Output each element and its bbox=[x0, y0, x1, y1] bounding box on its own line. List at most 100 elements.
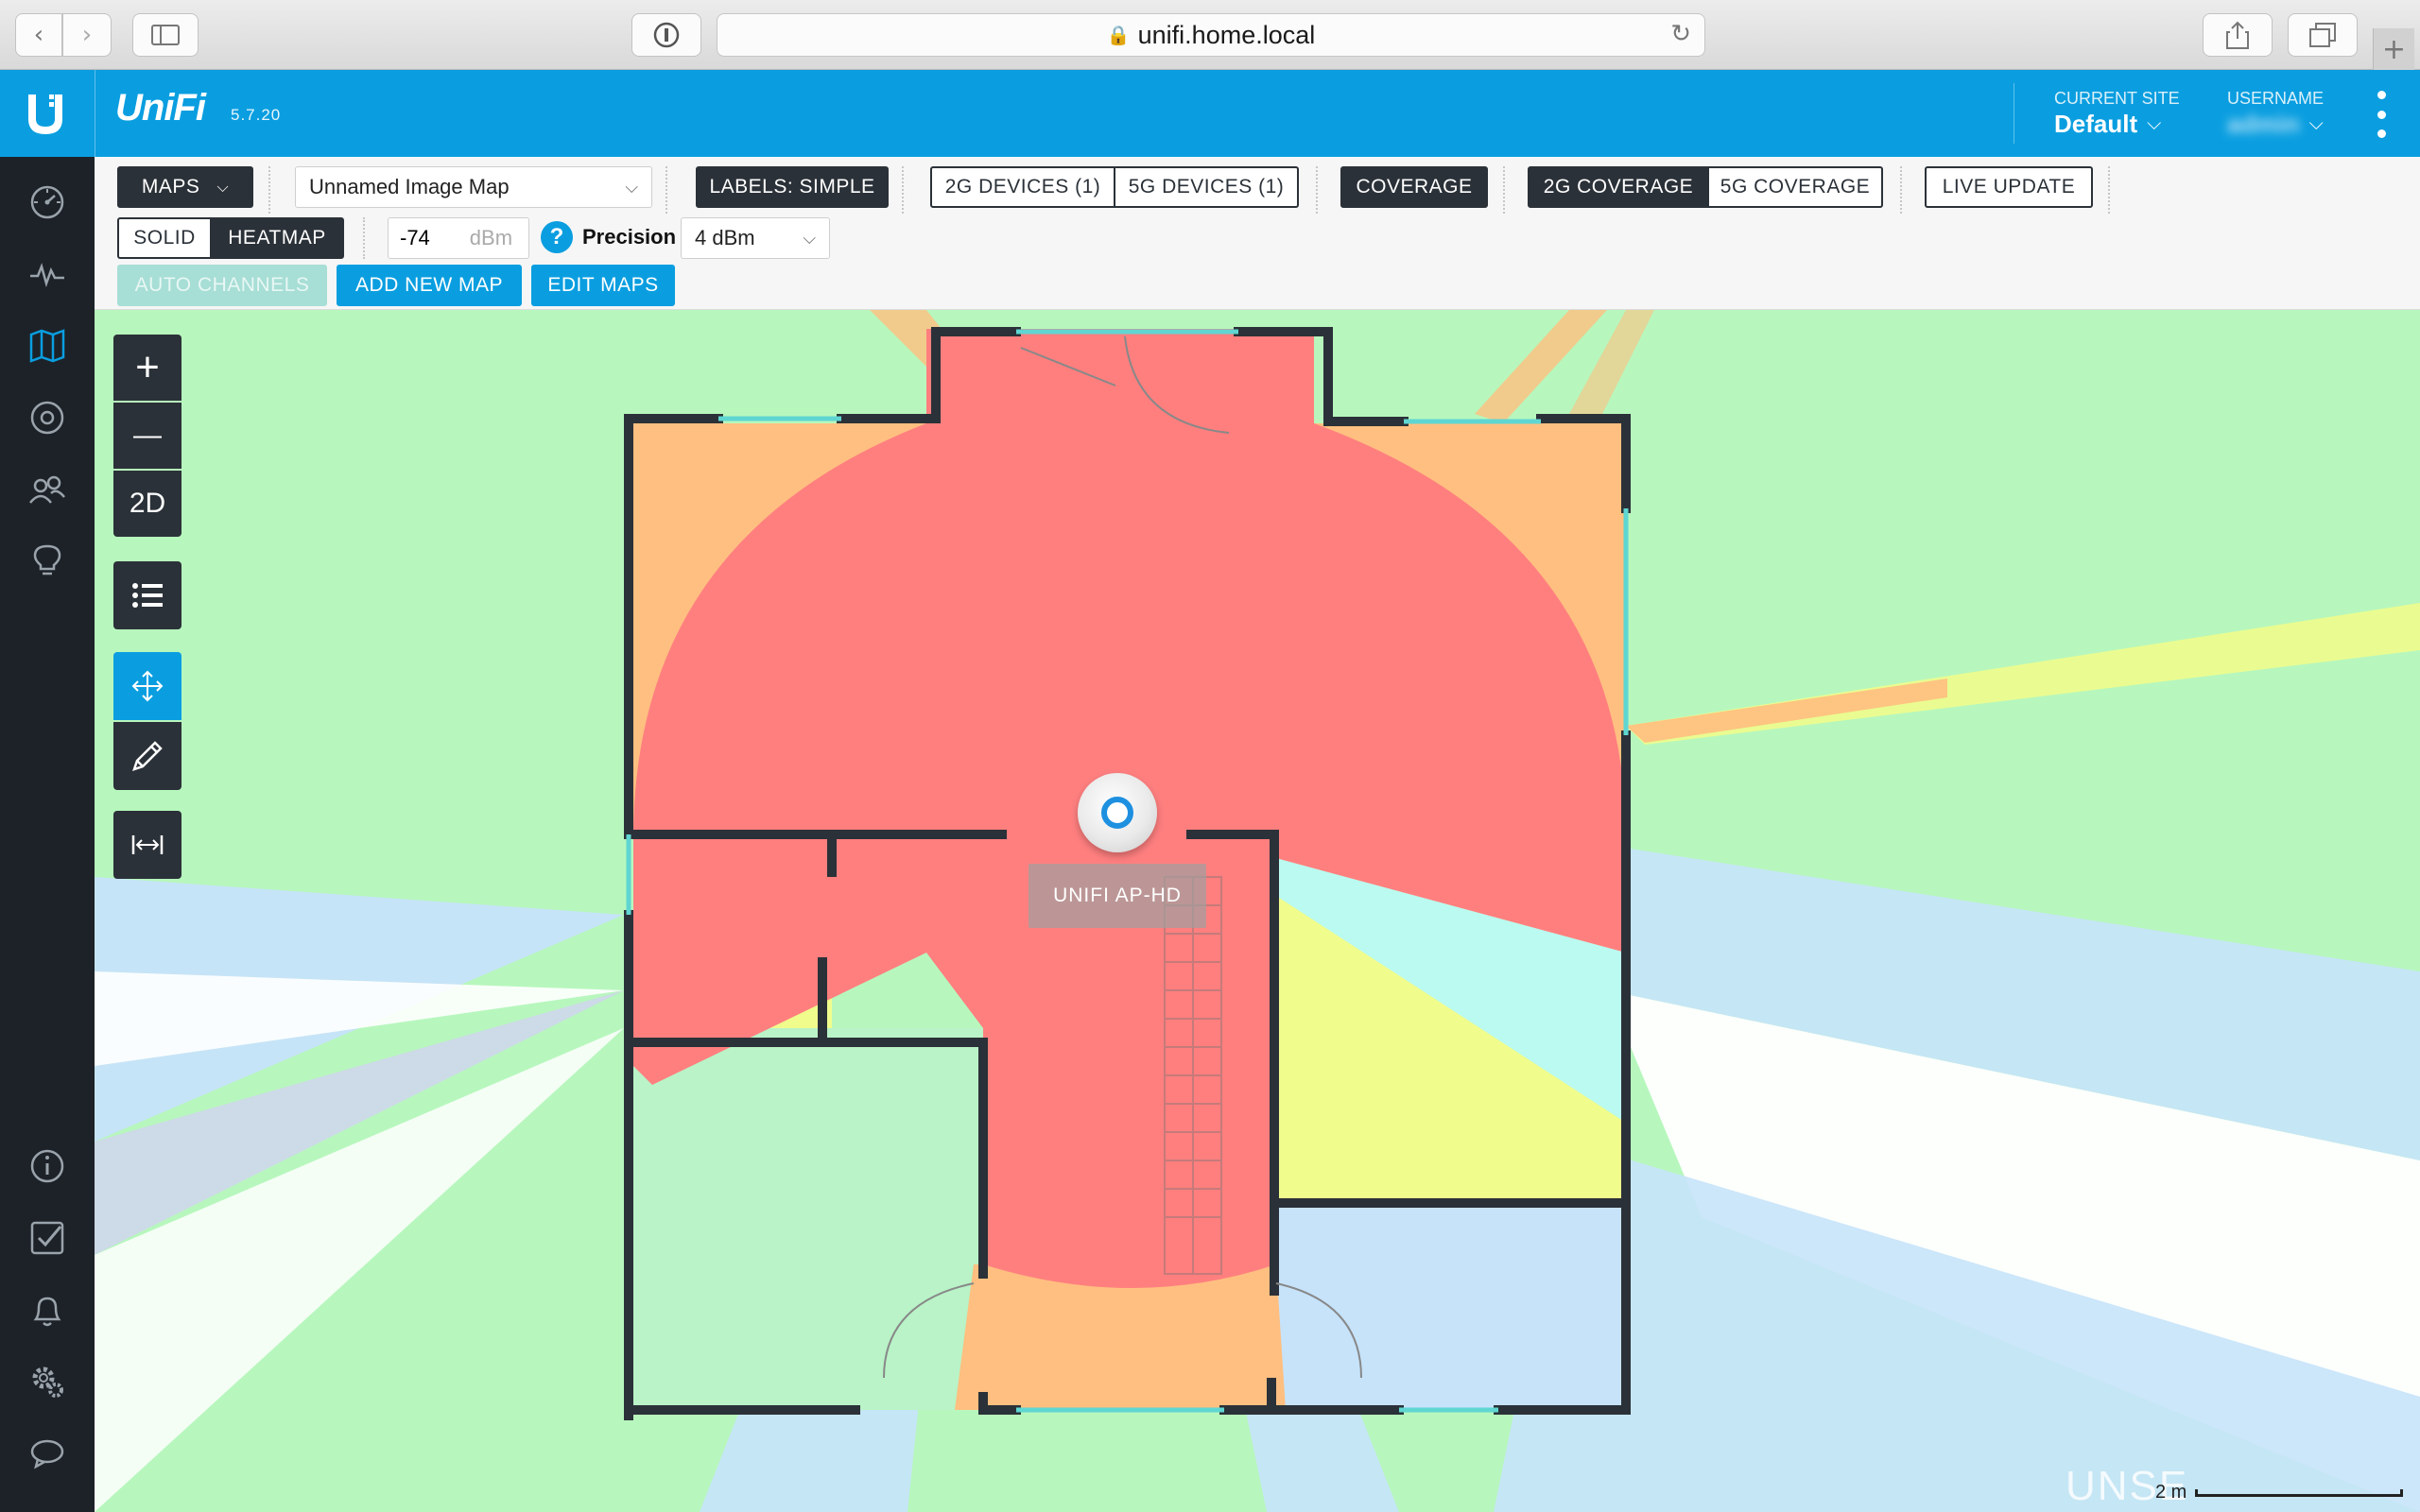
maps-label: MAPS bbox=[141, 176, 200, 198]
list-view-button[interactable] bbox=[113, 561, 182, 629]
precision-select[interactable]: 4 dBm ⌵ bbox=[681, 217, 830, 259]
zoom-out-button[interactable]: — bbox=[113, 403, 182, 469]
lightbulb-icon bbox=[33, 544, 61, 576]
divider bbox=[902, 166, 904, 214]
chevron-right-icon[interactable]: › bbox=[62, 13, 112, 57]
map-select[interactable]: Unnamed Image Map ⌵ bbox=[295, 166, 652, 208]
reload-icon[interactable]: ↻ bbox=[1670, 20, 1691, 48]
nav-dashboard[interactable] bbox=[0, 166, 95, 238]
user-menu[interactable]: admin ⌵ bbox=[2227, 110, 2324, 139]
coverage-5g-button[interactable]: 5G COVERAGE bbox=[1707, 166, 1883, 208]
current-site-label: CURRENT SITE bbox=[2054, 89, 2180, 108]
nav-insights[interactable] bbox=[0, 525, 95, 597]
dashboard-icon bbox=[30, 185, 64, 219]
gear-icon bbox=[32, 1366, 63, 1398]
move-icon bbox=[131, 670, 164, 702]
info-icon bbox=[30, 1149, 64, 1183]
version-label: 5.7.20 bbox=[231, 106, 282, 124]
chevron-down-icon: ⌵ bbox=[2147, 113, 2162, 134]
map-select-value: Unnamed Image Map bbox=[309, 175, 510, 198]
devices-2g-button[interactable]: 2G DEVICES (1) bbox=[930, 166, 1115, 208]
nav-settings[interactable] bbox=[0, 1346, 95, 1418]
plus-icon[interactable]: + bbox=[2373, 28, 2414, 70]
ubiquiti-logo-icon[interactable] bbox=[21, 91, 70, 138]
sidebar-icon[interactable] bbox=[132, 13, 199, 57]
add-new-map-button[interactable]: ADD NEW MAP bbox=[337, 265, 522, 306]
divider bbox=[1503, 166, 1505, 214]
bell-icon bbox=[33, 1297, 61, 1327]
chat-icon bbox=[30, 1439, 64, 1469]
divider bbox=[1316, 166, 1318, 214]
coverage-heatmap bbox=[95, 310, 2420, 1512]
chevron-down-icon: ⌵ bbox=[2308, 113, 2324, 134]
clients-icon bbox=[29, 475, 65, 504]
checkbox-icon bbox=[30, 1221, 64, 1255]
pulse-icon bbox=[30, 263, 64, 288]
left-nav bbox=[0, 157, 95, 1512]
tabs-icon[interactable] bbox=[2288, 13, 2358, 57]
username: admin bbox=[2227, 110, 2300, 138]
view-mode-button[interactable]: 2D bbox=[113, 471, 182, 537]
maps-dropdown[interactable]: MAPS ⌵ bbox=[117, 166, 253, 208]
precision-label: Precision bbox=[582, 225, 677, 249]
access-point-label: UNIFI AP-HD bbox=[1028, 864, 1206, 928]
measure-tool-button[interactable] bbox=[113, 811, 182, 879]
divider bbox=[1900, 166, 1902, 214]
access-point-icon bbox=[1101, 797, 1133, 829]
coverage-2g-button[interactable]: 2G COVERAGE bbox=[1528, 166, 1709, 208]
help-icon[interactable]: ? bbox=[541, 221, 573, 253]
auto-channels-button[interactable]: AUTO CHANNELS bbox=[117, 265, 327, 306]
dbm-value: -74 bbox=[400, 226, 430, 249]
map-canvas[interactable]: + — 2D UNIFI AP-HD UNSE 2 m bbox=[95, 310, 2420, 1512]
list-icon bbox=[132, 583, 163, 608]
url-text: unifi.home.local bbox=[1137, 20, 1316, 49]
divider bbox=[2108, 166, 2110, 214]
coverage-button[interactable]: COVERAGE bbox=[1340, 166, 1488, 208]
pencil-icon bbox=[132, 741, 163, 771]
url-bar[interactable]: 🔒 unifi.home.local ↻ bbox=[717, 13, 1705, 57]
map-toolbar: MAPS ⌵ Unnamed Image Map ⌵ LABELS: SIMPL… bbox=[95, 157, 2420, 310]
nav-alerts[interactable] bbox=[0, 1274, 95, 1346]
heatmap-button[interactable]: HEATMAP bbox=[210, 217, 344, 259]
nav-map[interactable] bbox=[0, 310, 95, 382]
live-update-button[interactable]: LIVE UPDATE bbox=[1925, 166, 2093, 208]
dbm-unit: dBm bbox=[469, 226, 513, 249]
edit-maps-button[interactable]: EDIT MAPS bbox=[531, 265, 675, 306]
map-icon bbox=[29, 329, 65, 363]
scale-bar bbox=[2195, 1489, 2403, 1497]
nav-info[interactable] bbox=[0, 1130, 95, 1202]
app-header: UniFi 5.7.20 CURRENT SITE Default ⌵ USER… bbox=[0, 70, 2420, 157]
browser-toolbar: ‹ › 🔒 unifi.home.local ↻ + bbox=[0, 0, 2420, 70]
divider bbox=[363, 217, 365, 259]
chevron-down-icon: ⌵ bbox=[803, 228, 816, 249]
labels-simple-button[interactable]: LABELS: SIMPLE bbox=[696, 166, 889, 208]
site-name: Default bbox=[2054, 110, 2138, 138]
scale-label: 2 m bbox=[2155, 1482, 2187, 1503]
nav-statistics[interactable] bbox=[0, 238, 95, 310]
nav-tasks[interactable] bbox=[0, 1202, 95, 1274]
precision-value: 4 dBm bbox=[695, 226, 755, 249]
devices-5g-button[interactable]: 5G DEVICES (1) bbox=[1114, 166, 1299, 208]
share-icon[interactable] bbox=[2203, 13, 2273, 57]
lock-icon: 🔒 bbox=[1106, 25, 1131, 46]
chevron-left-icon[interactable]: ‹ bbox=[15, 13, 62, 57]
chevron-down-icon: ⌵ bbox=[625, 177, 638, 198]
dbm-threshold-input[interactable]: -74 dBm bbox=[388, 217, 529, 259]
access-point-marker[interactable] bbox=[1078, 773, 1157, 852]
site-selector[interactable]: Default ⌵ bbox=[2054, 110, 2161, 139]
nav-devices[interactable] bbox=[0, 382, 95, 454]
zoom-in-button[interactable]: + bbox=[113, 335, 182, 401]
username-label: USERNAME bbox=[2227, 89, 2325, 108]
chevron-down-icon: ⌵ bbox=[216, 178, 230, 196]
measure-icon bbox=[131, 835, 164, 854]
divider bbox=[268, 166, 270, 214]
solid-button[interactable]: SOLID bbox=[117, 217, 212, 259]
more-menu-icon[interactable] bbox=[2367, 91, 2395, 138]
move-tool-button[interactable] bbox=[113, 652, 182, 720]
info-icon[interactable] bbox=[631, 13, 701, 57]
devices-icon bbox=[30, 401, 64, 435]
nav-chat[interactable] bbox=[0, 1418, 95, 1489]
draw-tool-button[interactable] bbox=[113, 722, 182, 790]
divider bbox=[666, 166, 667, 214]
nav-clients[interactable] bbox=[0, 454, 95, 525]
